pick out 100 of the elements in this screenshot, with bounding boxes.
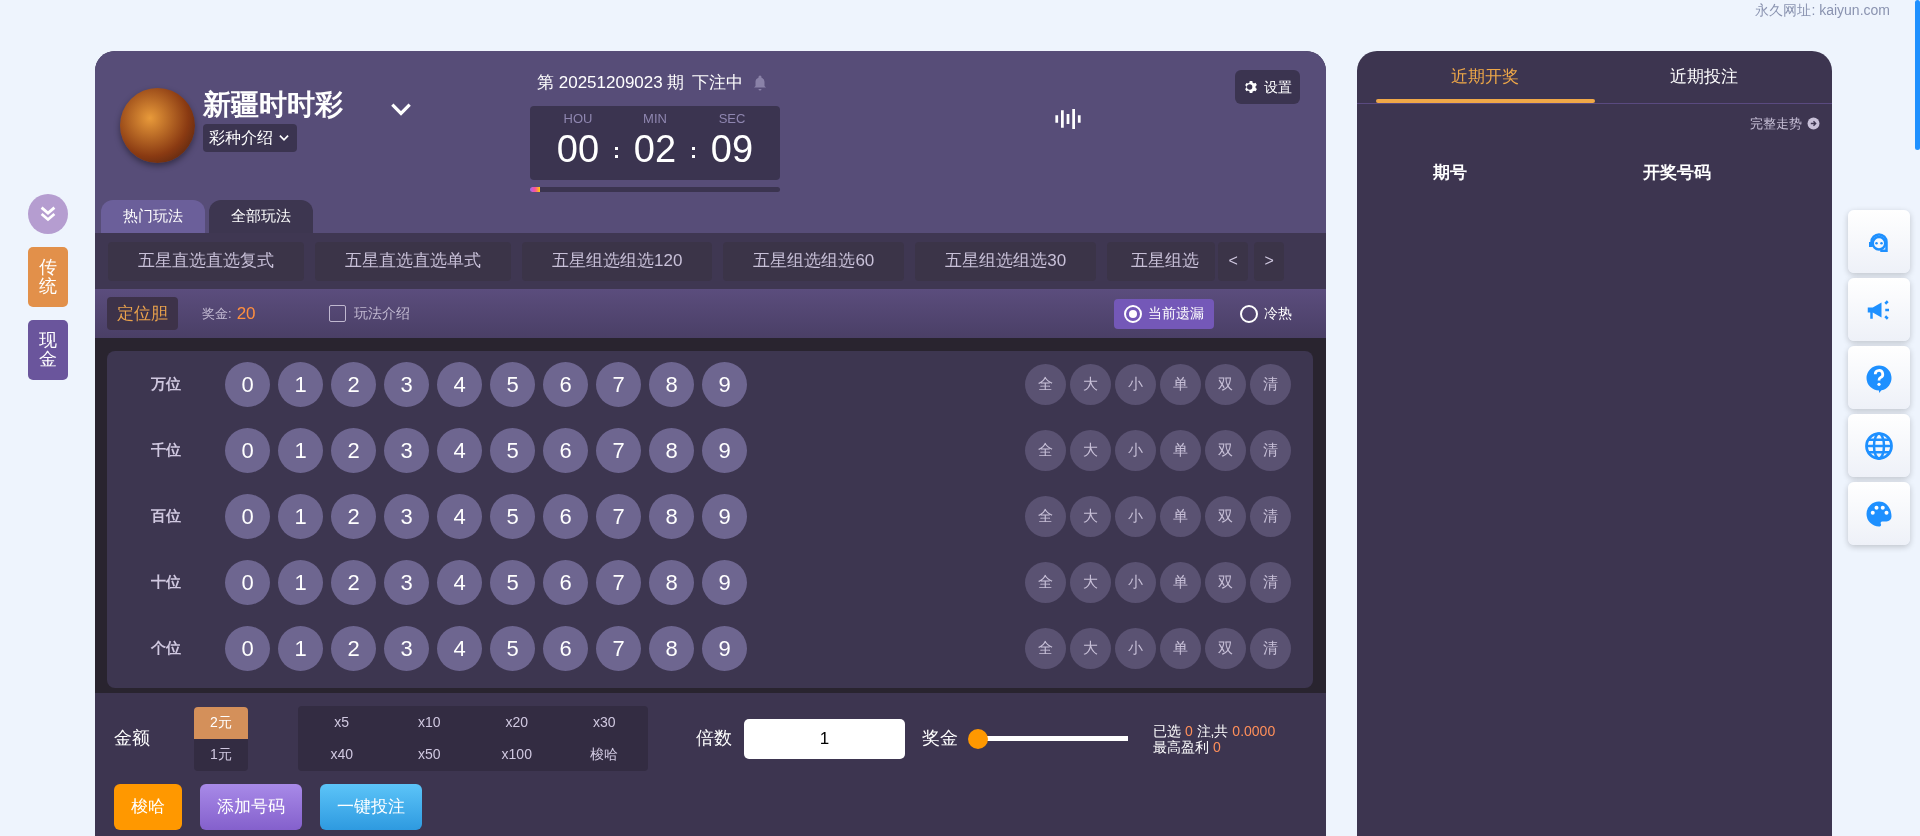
quick-select-button[interactable]: 小 bbox=[1115, 561, 1156, 603]
multiplier-option[interactable]: x20 bbox=[473, 706, 561, 739]
quick-select-button[interactable]: 清 bbox=[1250, 561, 1291, 603]
number-ball[interactable]: 5 bbox=[490, 625, 535, 671]
quick-select-button[interactable]: 单 bbox=[1160, 363, 1201, 405]
number-ball[interactable]: 0 bbox=[225, 559, 270, 605]
quick-select-button[interactable]: 全 bbox=[1025, 429, 1066, 471]
play-type-button[interactable]: 五星组选组选60 bbox=[723, 241, 905, 281]
slider-handle[interactable] bbox=[968, 728, 988, 749]
quick-select-button[interactable]: 双 bbox=[1205, 627, 1246, 669]
play-tab[interactable]: 热门玩法 bbox=[101, 200, 205, 233]
multiplier-option[interactable]: x40 bbox=[298, 738, 386, 771]
multiplier-option[interactable]: x5 bbox=[298, 706, 386, 739]
multiplier-option[interactable]: x10 bbox=[385, 706, 473, 739]
quick-select-button[interactable]: 双 bbox=[1205, 495, 1246, 537]
number-ball[interactable]: 5 bbox=[490, 559, 535, 605]
number-ball[interactable]: 6 bbox=[543, 361, 588, 407]
number-ball[interactable]: 4 bbox=[437, 625, 482, 671]
quick-select-button[interactable]: 全 bbox=[1025, 495, 1066, 537]
intro-checkbox[interactable]: 玩法介绍 bbox=[322, 302, 416, 325]
number-ball[interactable]: 2 bbox=[331, 493, 376, 539]
quick-select-button[interactable]: 清 bbox=[1250, 495, 1291, 537]
number-ball[interactable]: 9 bbox=[702, 427, 747, 473]
number-ball[interactable]: 7 bbox=[596, 559, 641, 605]
play-type-button[interactable]: 五星组选组选30 bbox=[915, 241, 1097, 281]
customer-service-button[interactable] bbox=[1848, 210, 1910, 273]
number-ball[interactable]: 0 bbox=[225, 361, 270, 407]
announcement-button[interactable] bbox=[1848, 278, 1910, 341]
number-ball[interactable]: 9 bbox=[702, 493, 747, 539]
play-type-button[interactable]: 五星直选直选复式 bbox=[108, 241, 304, 281]
multiplier-option[interactable]: x100 bbox=[473, 738, 561, 771]
quick-select-button[interactable]: 小 bbox=[1115, 429, 1156, 471]
play-mode-button[interactable]: 定位胆 bbox=[107, 296, 178, 331]
number-ball[interactable]: 2 bbox=[331, 361, 376, 407]
play-type-button[interactable]: 五星组选 bbox=[1107, 241, 1216, 281]
number-ball[interactable]: 8 bbox=[649, 493, 694, 539]
number-ball[interactable]: 1 bbox=[278, 361, 323, 407]
number-ball[interactable]: 9 bbox=[702, 361, 747, 407]
play-type-button[interactable]: 五星直选直选单式 bbox=[315, 241, 511, 281]
help-button[interactable] bbox=[1848, 346, 1910, 409]
play-type-button[interactable]: 五星组选组选120 bbox=[522, 241, 713, 281]
language-button[interactable] bbox=[1848, 414, 1910, 477]
number-ball[interactable]: 1 bbox=[278, 559, 323, 605]
number-ball[interactable]: 9 bbox=[702, 625, 747, 671]
quick-select-button[interactable]: 清 bbox=[1250, 627, 1291, 669]
play-tab[interactable]: 全部玩法 bbox=[209, 200, 313, 233]
quick-select-button[interactable]: 单 bbox=[1160, 627, 1201, 669]
number-ball[interactable]: 6 bbox=[543, 559, 588, 605]
scroll-button[interactable]: > bbox=[1254, 241, 1285, 281]
quick-select-button[interactable]: 大 bbox=[1070, 363, 1111, 405]
number-ball[interactable]: 6 bbox=[543, 493, 588, 539]
settings-button[interactable]: 设置 bbox=[1235, 70, 1300, 104]
unit-option[interactable]: 2元 bbox=[194, 706, 248, 739]
unit-option[interactable]: 1元 bbox=[194, 738, 248, 771]
quick-select-button[interactable]: 大 bbox=[1070, 495, 1111, 537]
quick-select-button[interactable]: 双 bbox=[1205, 561, 1246, 603]
number-ball[interactable]: 4 bbox=[437, 493, 482, 539]
number-ball[interactable]: 3 bbox=[384, 625, 429, 671]
multiplier-option[interactable]: 梭哈 bbox=[560, 738, 648, 771]
quick-select-button[interactable]: 全 bbox=[1025, 561, 1066, 603]
quick-select-button[interactable]: 小 bbox=[1115, 363, 1156, 405]
number-ball[interactable]: 3 bbox=[384, 559, 429, 605]
number-ball[interactable]: 2 bbox=[331, 559, 376, 605]
number-ball[interactable]: 5 bbox=[490, 493, 535, 539]
number-ball[interactable]: 3 bbox=[384, 361, 429, 407]
quick-select-button[interactable]: 单 bbox=[1160, 429, 1201, 471]
multiplier-option[interactable]: x30 bbox=[560, 706, 648, 739]
number-ball[interactable]: 7 bbox=[596, 493, 641, 539]
number-ball[interactable]: 1 bbox=[278, 427, 323, 473]
quick-select-button[interactable]: 清 bbox=[1250, 363, 1291, 405]
radio-option[interactable]: 冷热 bbox=[1230, 298, 1302, 329]
number-ball[interactable]: 8 bbox=[649, 625, 694, 671]
quick-select-button[interactable]: 大 bbox=[1070, 627, 1111, 669]
number-ball[interactable]: 7 bbox=[596, 427, 641, 473]
number-ball[interactable]: 5 bbox=[490, 361, 535, 407]
multiple-input[interactable]: 1 bbox=[744, 718, 905, 759]
number-ball[interactable]: 0 bbox=[225, 625, 270, 671]
quick-select-button[interactable]: 清 bbox=[1250, 429, 1291, 471]
quick-select-button[interactable]: 小 bbox=[1115, 627, 1156, 669]
quick-select-button[interactable]: 单 bbox=[1160, 561, 1201, 603]
number-ball[interactable]: 8 bbox=[649, 559, 694, 605]
recent-tab[interactable]: 近期开奖 bbox=[1376, 51, 1595, 103]
lottery-intro-button[interactable]: 彩种介绍 bbox=[203, 124, 297, 152]
number-ball[interactable]: 4 bbox=[437, 361, 482, 407]
quick-select-button[interactable]: 全 bbox=[1025, 627, 1066, 669]
number-ball[interactable]: 4 bbox=[437, 559, 482, 605]
scroll-button[interactable]: < bbox=[1218, 241, 1249, 281]
quick-select-button[interactable]: 全 bbox=[1025, 363, 1066, 405]
quick-select-button[interactable]: 双 bbox=[1205, 429, 1246, 471]
radio-option[interactable]: 当前遗漏 bbox=[1114, 298, 1214, 329]
number-ball[interactable]: 8 bbox=[649, 427, 694, 473]
number-ball[interactable]: 7 bbox=[596, 625, 641, 671]
mode-tab[interactable]: 现金 bbox=[27, 320, 68, 380]
collapse-button[interactable] bbox=[27, 194, 68, 234]
trend-link[interactable]: 完整走势 bbox=[1750, 114, 1820, 134]
number-ball[interactable]: 0 bbox=[225, 427, 270, 473]
quick-select-button[interactable]: 大 bbox=[1070, 429, 1111, 471]
number-ball[interactable]: 9 bbox=[702, 559, 747, 605]
number-ball[interactable]: 2 bbox=[331, 625, 376, 671]
number-ball[interactable]: 0 bbox=[225, 493, 270, 539]
